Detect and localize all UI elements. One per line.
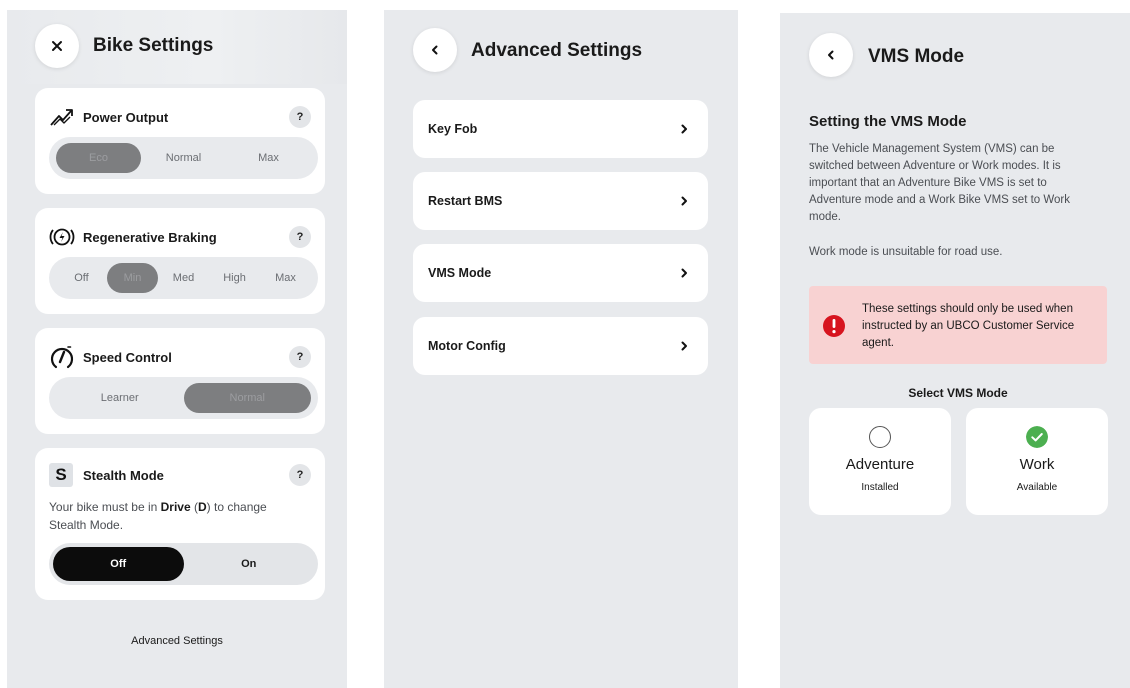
- list-item-key-fob[interactable]: Key Fob: [413, 100, 708, 158]
- stealth-on-option[interactable]: On: [184, 547, 315, 581]
- power-option-max[interactable]: Max: [226, 143, 311, 173]
- mode-name: Work: [1019, 456, 1055, 473]
- power-output-title: Power Output: [83, 109, 169, 125]
- list-item-label: Restart BMS: [428, 194, 503, 208]
- stealth-mode-toggle: Off On: [49, 543, 318, 585]
- stealth-mode-title: Stealth Mode: [83, 467, 164, 483]
- mode-name: Adventure: [845, 456, 915, 473]
- regen-option-max[interactable]: Max: [260, 263, 311, 293]
- chevron-right-icon: [681, 268, 687, 278]
- regen-braking-title: Regenerative Braking: [83, 229, 217, 245]
- page-title: Bike Settings: [93, 35, 214, 56]
- mode-status: Installed: [861, 482, 899, 493]
- power-output-card: Power Output ? Eco Normal Max: [35, 88, 325, 194]
- advanced-settings-panel: Advanced Settings Key Fob Restart BMS VM…: [384, 10, 738, 688]
- close-icon: [52, 41, 62, 51]
- speed-control-help-button[interactable]: ?: [289, 346, 311, 368]
- list-item-label: Motor Config: [428, 339, 506, 353]
- advanced-settings-link[interactable]: Advanced Settings: [7, 635, 347, 647]
- note-paren: (: [190, 500, 198, 514]
- speed-control-card: Speed Control ? Learner Normal: [35, 328, 325, 434]
- regen-option-med[interactable]: Med: [158, 263, 209, 293]
- vms-mode-header: VMS Mode: [780, 13, 1130, 87]
- warning-text: These settings should only be used when …: [862, 303, 1075, 349]
- mode-card-work[interactable]: Work Available: [966, 408, 1108, 515]
- speed-option-normal[interactable]: Normal: [183, 383, 311, 413]
- regen-option-min[interactable]: Min: [107, 263, 158, 293]
- note-key: D: [198, 500, 207, 514]
- warning-banner: These settings should only be used when …: [809, 286, 1107, 364]
- bike-settings-panel: Bike Settings Power Output ? Eco Normal …: [7, 10, 347, 688]
- list-item-vms-mode[interactable]: VMS Mode: [413, 244, 708, 302]
- chevron-right-icon: [681, 196, 687, 206]
- speed-control-selector: Learner Normal: [49, 377, 318, 419]
- power-arrows-icon: [49, 106, 75, 128]
- stealth-mode-card: S Stealth Mode ? Your bike must be in Dr…: [35, 448, 325, 600]
- regen-option-off[interactable]: Off: [56, 263, 107, 293]
- list-item-label: Key Fob: [428, 122, 478, 136]
- power-output-help-button[interactable]: ?: [289, 106, 311, 128]
- select-vms-label: Select VMS Mode: [908, 386, 1008, 400]
- close-button[interactable]: [35, 24, 79, 68]
- chevron-left-icon: [828, 50, 834, 60]
- stealth-off-option[interactable]: Off: [53, 547, 184, 581]
- vms-mode-panel: VMS Mode Setting the VMS Mode The Vehicl…: [780, 13, 1130, 688]
- page-title: Advanced Settings: [471, 40, 643, 61]
- chevron-right-icon: [681, 124, 687, 134]
- power-output-selector: Eco Normal Max: [49, 137, 318, 179]
- section-title: Setting the VMS Mode: [809, 113, 967, 130]
- regen-braking-card: Regenerative Braking ? Off Min Med High …: [35, 208, 325, 314]
- back-button[interactable]: [413, 28, 457, 72]
- list-item-restart-bms[interactable]: Restart BMS: [413, 172, 708, 230]
- note-prefix: Your bike must be in: [49, 500, 161, 514]
- advanced-settings-header: Advanced Settings: [384, 10, 738, 84]
- note-drive: Drive: [160, 500, 191, 514]
- radio-unchecked-icon: [869, 426, 891, 448]
- list-item-label: VMS Mode: [428, 266, 492, 280]
- chevron-right-icon: [681, 341, 687, 351]
- regen-brake-icon: [49, 226, 75, 248]
- stealth-badge: S: [49, 463, 73, 487]
- regen-option-high[interactable]: High: [209, 263, 260, 293]
- exclamation-icon: [823, 315, 845, 337]
- mode-status: Available: [1016, 482, 1058, 493]
- list-item-motor-config[interactable]: Motor Config: [413, 317, 708, 375]
- speed-option-learner[interactable]: Learner: [56, 383, 184, 413]
- stealth-mode-help-button[interactable]: ?: [289, 464, 311, 486]
- road-use-note: Work mode is unsuitable for road use.: [809, 246, 1003, 258]
- check-circle-icon: [1026, 426, 1048, 448]
- regen-braking-help-button[interactable]: ?: [289, 226, 311, 248]
- speed-control-title: Speed Control: [83, 349, 172, 365]
- chevron-left-icon: [432, 45, 438, 55]
- page-title: VMS Mode: [868, 46, 965, 67]
- vms-description: The Vehicle Management System (VMS) can …: [809, 143, 1070, 223]
- speedometer-icon: [49, 346, 75, 369]
- regen-braking-selector: Off Min Med High Max: [49, 257, 318, 299]
- mode-card-adventure[interactable]: Adventure Installed: [809, 408, 951, 515]
- bike-settings-header: Bike Settings: [7, 10, 347, 84]
- stealth-mode-note: Your bike must be in Drive (D) to change…: [49, 498, 299, 534]
- back-button[interactable]: [809, 33, 853, 77]
- power-option-normal[interactable]: Normal: [141, 143, 226, 173]
- power-option-eco[interactable]: Eco: [56, 143, 141, 173]
